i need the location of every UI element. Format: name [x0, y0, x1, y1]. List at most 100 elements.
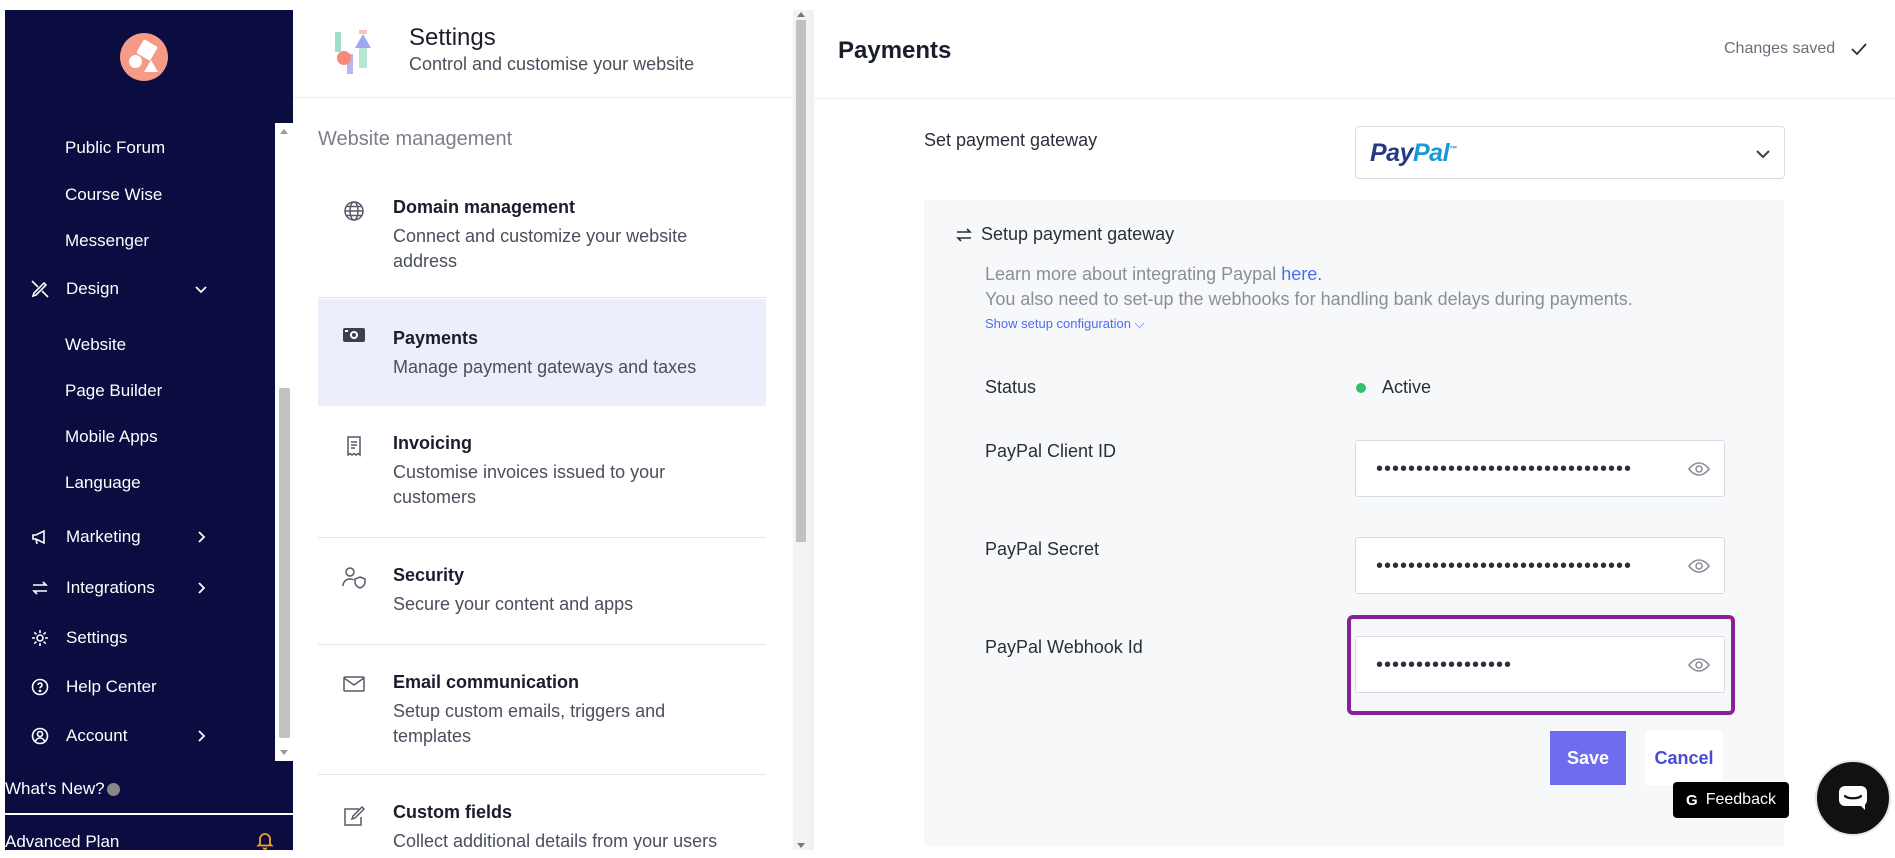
cancel-button[interactable]: Cancel	[1645, 731, 1723, 785]
sidebar-item-label: Integrations	[66, 578, 155, 597]
sidebar-item-help-center[interactable]: Help Center	[29, 674, 209, 700]
eye-icon[interactable]	[1688, 557, 1710, 575]
sidebar-item-marketing[interactable]: Marketing	[29, 524, 209, 550]
megaphone-icon	[29, 526, 51, 548]
plan-label[interactable]: Advanced Plan	[5, 832, 119, 852]
webhook-id-label: PayPal Webhook Id	[985, 637, 1143, 657]
settings-logo-icon	[335, 30, 371, 74]
whats-new-link[interactable]: What's New?	[5, 779, 120, 799]
settings-header: Settings Control and customise your webs…	[293, 10, 793, 98]
sidebar-item-label: Marketing	[66, 527, 141, 546]
scroll-down-arrow[interactable]	[280, 750, 288, 755]
settings-item-email[interactable]: Email communication Setup custom emails,…	[318, 646, 766, 775]
gear-icon	[29, 627, 51, 649]
secret-label: PayPal Secret	[985, 539, 1100, 559]
feedback-button[interactable]: G Feedback	[1673, 782, 1789, 818]
client-id-value: ••••••••••••••••••••••••••••••••	[1376, 458, 1633, 480]
edit-form-icon	[340, 802, 368, 830]
gateway-label: Set payment gateway	[924, 130, 1098, 150]
sidebar-divider	[5, 813, 293, 815]
settings-item-title: Invoicing	[393, 433, 473, 453]
settings-item-desc: Secure your content and apps	[393, 594, 634, 614]
setup-gateway-title: Setup payment gateway	[981, 224, 1175, 244]
check-icon	[1851, 43, 1867, 56]
settings-item-desc: Customise invoices issued to your custom…	[393, 462, 666, 507]
scrollbar-thumb[interactable]	[796, 20, 806, 542]
scroll-up-arrow[interactable]	[797, 12, 805, 17]
sidebar-item-messenger[interactable]: Messenger	[65, 231, 149, 251]
show-setup-configuration-link[interactable]: Show setup configuration ⌵	[985, 316, 1144, 332]
whats-new-label: What's New?	[5, 779, 105, 798]
sidebar-item-public-forum[interactable]: Public Forum	[65, 138, 165, 158]
settings-item-security[interactable]: Security Secure your content and apps	[318, 539, 766, 645]
eye-icon[interactable]	[1688, 460, 1710, 478]
settings-item-domain[interactable]: Domain management Connect and customize …	[318, 180, 766, 298]
bell-icon[interactable]	[255, 830, 275, 850]
sidebar-item-website[interactable]: Website	[65, 335, 126, 355]
settings-item-custom-fields[interactable]: Custom fields Collect additional details…	[318, 776, 766, 850]
page-title: Payments	[838, 37, 952, 64]
sidebar-item-mobile-apps[interactable]: Mobile Apps	[65, 427, 158, 447]
settings-item-title: Payments	[393, 328, 479, 348]
arrows-exchange-icon	[29, 577, 51, 599]
design-pencil-icon	[29, 278, 51, 300]
sidebar-item-label: Account	[66, 726, 128, 745]
gateway-select[interactable]: PayPal™	[1355, 126, 1785, 179]
money-icon	[340, 321, 368, 349]
sidebar-scrollbar[interactable]	[275, 123, 293, 761]
sidebar-item-design[interactable]: Design	[29, 276, 209, 302]
save-button[interactable]: Save	[1550, 731, 1626, 785]
secret-value: ••••••••••••••••••••••••••••••••	[1376, 555, 1633, 577]
paypal-logo: PayPal™	[1370, 139, 1457, 167]
settings-item-invoicing[interactable]: Invoicing Customise invoices issued to y…	[318, 408, 766, 538]
chevron-right-icon	[198, 531, 206, 543]
settings-item-title: Custom fields	[393, 802, 513, 822]
brand-logo[interactable]	[120, 33, 168, 81]
feedback-logo-icon: G	[1686, 791, 1698, 809]
notification-dot	[106, 782, 120, 796]
sidebar-item-course-wise[interactable]: Course Wise	[65, 185, 162, 205]
sidebar-item-page-builder[interactable]: Page Builder	[65, 381, 162, 401]
feedback-label: Feedback	[1705, 791, 1776, 808]
chevron-right-icon	[198, 582, 206, 594]
help-link-here[interactable]: here.	[1281, 264, 1322, 284]
chevron-right-icon	[198, 730, 206, 742]
chevron-down-icon	[195, 286, 207, 294]
column-divider	[809, 10, 814, 850]
user-circle-icon	[29, 725, 51, 747]
question-circle-icon	[29, 676, 51, 698]
sidebar: Public Forum Course Wise Messenger Desig…	[5, 10, 293, 852]
sidebar-item-settings[interactable]: Settings	[29, 625, 209, 651]
client-id-label: PayPal Client ID	[985, 441, 1117, 461]
secret-field[interactable]: ••••••••••••••••••••••••••••••••	[1355, 537, 1725, 594]
chat-launcher-button[interactable]	[1815, 760, 1891, 836]
scroll-down-arrow[interactable]	[797, 843, 805, 848]
settings-subtitle: Control and customise your website	[409, 54, 695, 74]
envelope-icon	[340, 670, 368, 698]
settings-item-title: Domain management	[393, 197, 576, 217]
settings-item-title: Security	[393, 565, 465, 585]
settings-item-title: Email communication	[393, 672, 580, 692]
status-value: Active	[1356, 377, 1431, 398]
settings-scrollbar[interactable]	[793, 10, 809, 850]
settings-item-desc: Manage payment gateways and taxes	[393, 357, 697, 377]
sidebar-item-account[interactable]: Account	[29, 723, 209, 749]
globe-icon	[340, 197, 368, 225]
settings-item-desc: Connect and customize your website addre…	[393, 226, 688, 271]
scroll-up-arrow[interactable]	[280, 129, 288, 134]
client-id-field[interactable]: ••••••••••••••••••••••••••••••••	[1355, 440, 1725, 497]
user-shield-icon	[340, 563, 368, 591]
settings-item-payments[interactable]: Payments Manage payment gateways and tax…	[318, 299, 766, 406]
header-divider	[814, 98, 1895, 99]
settings-item-desc: Collect additional details from your use…	[393, 831, 718, 850]
setup-gateway-header: Setup payment gateway	[955, 224, 1174, 245]
sidebar-item-label: Design	[66, 279, 119, 298]
chat-bubble-icon	[1839, 786, 1867, 810]
focus-highlight	[1347, 615, 1735, 715]
status-active-dot	[1356, 382, 1366, 393]
scrollbar-thumb[interactable]	[279, 388, 290, 738]
sidebar-item-language[interactable]: Language	[65, 473, 141, 493]
status-label: Status	[985, 377, 1037, 397]
setup-help-text: Learn more about integrating Paypal here…	[985, 264, 1633, 309]
sidebar-item-integrations[interactable]: Integrations	[29, 575, 209, 601]
